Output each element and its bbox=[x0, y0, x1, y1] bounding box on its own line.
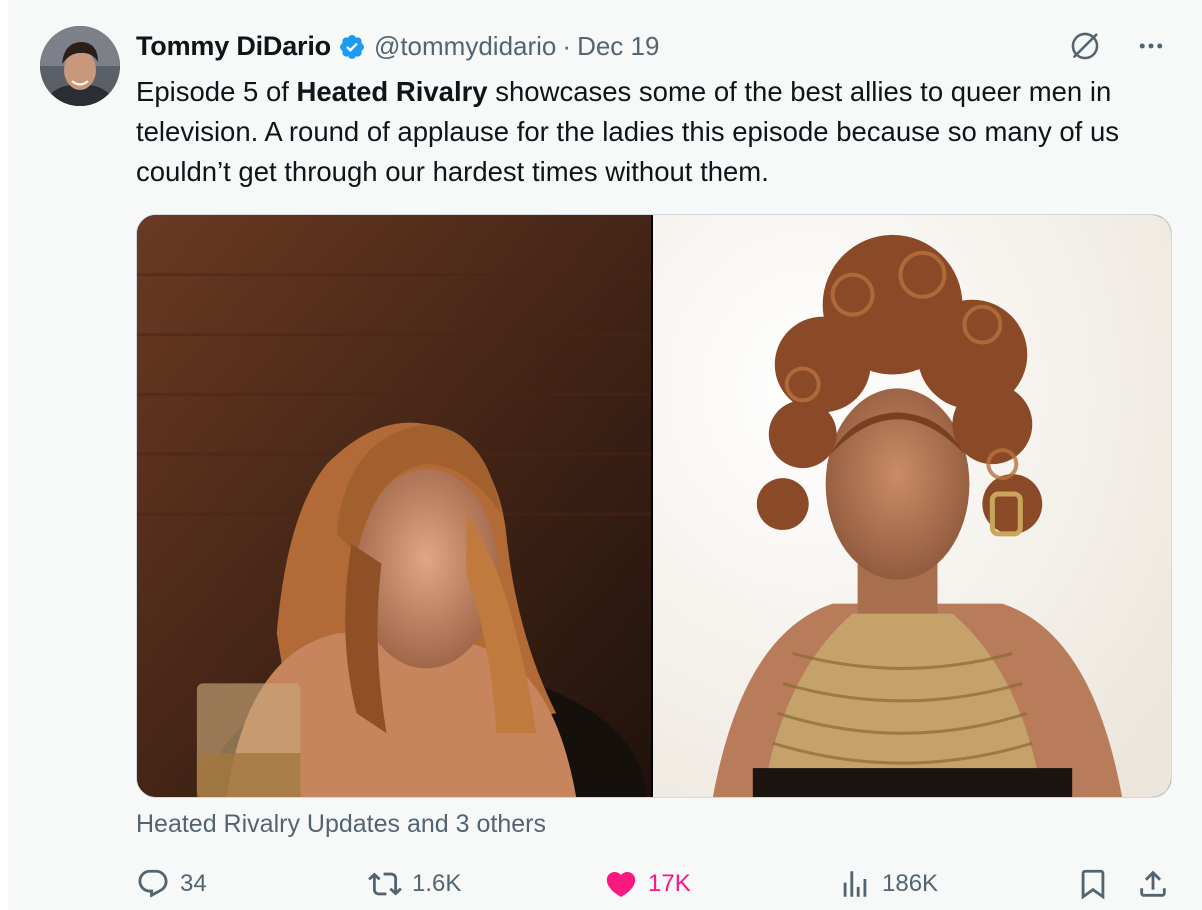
views-button[interactable]: 186K bbox=[838, 862, 938, 906]
like-icon bbox=[606, 871, 636, 897]
reply-button[interactable]: 34 bbox=[136, 862, 207, 906]
post-date[interactable]: Dec 19 bbox=[577, 31, 659, 62]
repost-button[interactable]: 1.6K bbox=[368, 862, 461, 906]
bookmark-icon bbox=[1081, 869, 1105, 900]
like-count: 17K bbox=[648, 870, 691, 897]
post-header: Tommy DiDario @tommydidario · Dec 19 bbox=[136, 28, 1176, 64]
author-name[interactable]: Tommy DiDario bbox=[136, 31, 331, 62]
header-actions bbox=[1068, 28, 1166, 64]
post-text-part1: Episode 5 of bbox=[136, 76, 297, 107]
share-button[interactable] bbox=[1136, 862, 1170, 906]
left-edge bbox=[0, 0, 8, 910]
tweet-card[interactable]: Tommy DiDario @tommydidario · Dec 19 Epi… bbox=[0, 0, 1202, 910]
author-handle[interactable]: @tommydidario bbox=[374, 31, 556, 62]
retweet-icon bbox=[368, 872, 402, 896]
verified-badge-icon bbox=[339, 34, 364, 59]
post-text-bold: Heated Rivalry bbox=[296, 76, 488, 107]
more-icon[interactable] bbox=[1136, 31, 1166, 61]
photo-left[interactable] bbox=[137, 215, 651, 797]
views-count: 186K bbox=[882, 870, 939, 897]
bookmark-button[interactable] bbox=[1076, 862, 1110, 906]
media-grid bbox=[136, 214, 1172, 798]
tagged-users[interactable]: Heated Rivalry Updates and 3 others bbox=[136, 806, 546, 842]
action-bar: 34 1.6K 17K 186K bbox=[136, 862, 1172, 906]
views-icon bbox=[843, 871, 867, 897]
avatar[interactable] bbox=[40, 26, 120, 106]
reply-icon bbox=[138, 869, 168, 898]
grok-icon[interactable] bbox=[1068, 29, 1102, 63]
photo-right[interactable] bbox=[653, 215, 1171, 797]
like-button[interactable]: 17K bbox=[604, 862, 691, 906]
reply-count: 34 bbox=[180, 870, 207, 897]
post-text: Episode 5 of Heated Rivalry showcases so… bbox=[136, 72, 1166, 192]
separator: · bbox=[562, 30, 572, 61]
share-icon bbox=[1140, 870, 1166, 897]
repost-count: 1.6K bbox=[412, 870, 462, 897]
